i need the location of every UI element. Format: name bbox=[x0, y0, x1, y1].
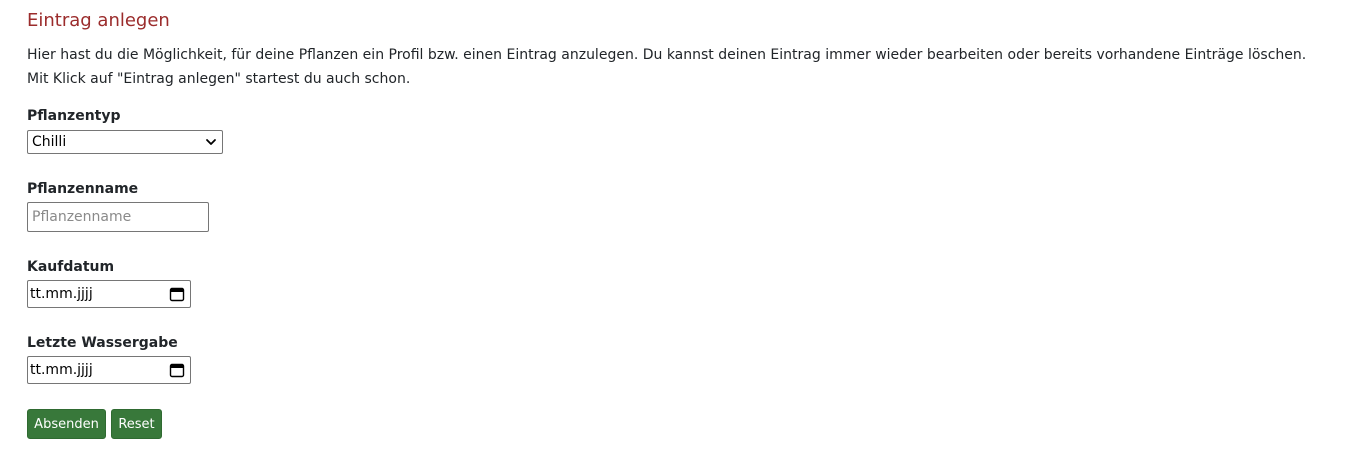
purchase-date-value: tt.mm.jjjj bbox=[30, 286, 93, 302]
plant-name-placeholder: Pflanzenname bbox=[32, 209, 132, 225]
plant-name-label: Pflanzenname bbox=[27, 181, 139, 197]
page-title: Eintrag anlegen bbox=[27, 10, 170, 31]
calendar-icon[interactable] bbox=[169, 286, 185, 302]
plant-name-input[interactable]: Pflanzenname bbox=[27, 202, 209, 232]
plant-type-selected-value: Chilli bbox=[32, 134, 67, 150]
plant-type-label: Pflanzentyp bbox=[27, 108, 121, 124]
chevron-down-icon bbox=[206, 139, 216, 145]
purchase-date-input[interactable]: tt.mm.jjjj bbox=[27, 280, 191, 308]
last-watering-value: tt.mm.jjjj bbox=[30, 362, 93, 378]
reset-button[interactable]: Reset bbox=[111, 409, 162, 439]
intro-line-1: Hier hast du die Möglichkeit, für deine … bbox=[27, 47, 1307, 63]
plant-type-select[interactable]: Chilli bbox=[27, 130, 223, 154]
last-watering-label: Letzte Wassergabe bbox=[27, 335, 178, 351]
submit-button[interactable]: Absenden bbox=[27, 409, 106, 439]
last-watering-input[interactable]: tt.mm.jjjj bbox=[27, 356, 191, 384]
calendar-icon[interactable] bbox=[169, 362, 185, 378]
intro-line-2: Mit Klick auf "Eintrag anlegen" startest… bbox=[27, 71, 411, 87]
intro-text: Hier hast du die Möglichkeit, für deine … bbox=[27, 43, 1306, 91]
purchase-date-label: Kaufdatum bbox=[27, 259, 115, 275]
